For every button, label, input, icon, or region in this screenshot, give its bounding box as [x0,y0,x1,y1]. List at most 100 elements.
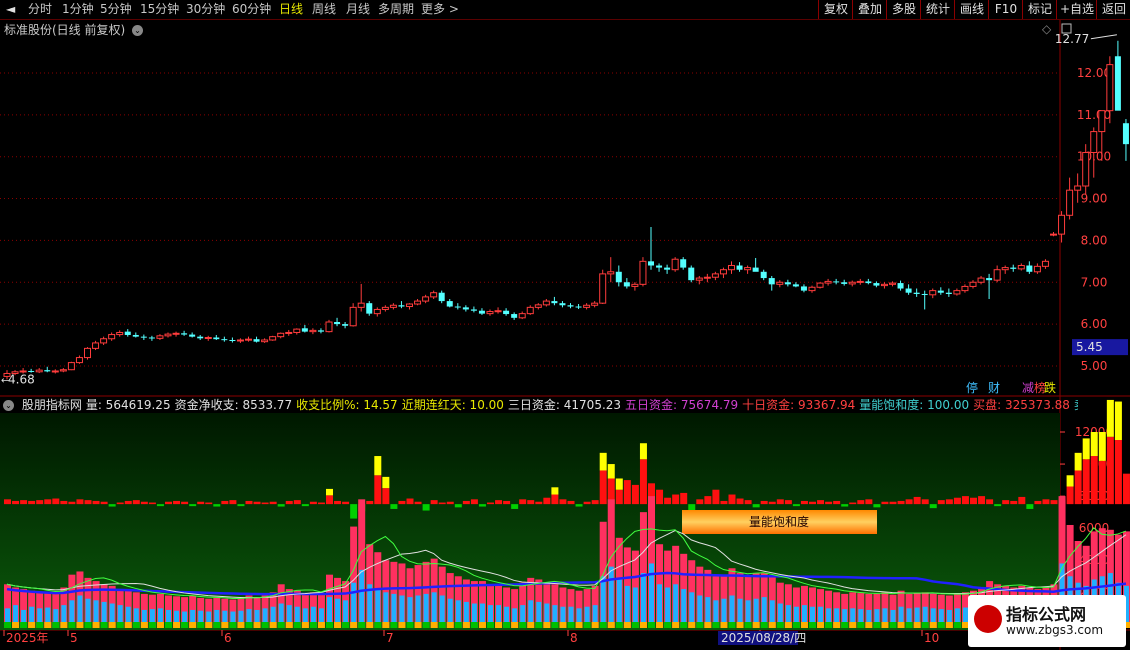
fund-bar-positive [970,497,977,505]
signal-strip [36,622,44,628]
fund-bar-positive [905,499,913,505]
fund-bar-negative [301,504,309,507]
candle-body [889,282,896,285]
fund-bar-positive [92,500,100,505]
signal-strip [213,622,221,628]
signal-strip [454,622,462,628]
date-label-3: 7 [386,631,394,645]
fund-bar-positive [495,500,503,505]
signal-strip [776,622,784,628]
candle-body [293,328,301,333]
signal-strip [253,622,261,628]
badge-1: 财 [988,381,1000,395]
signal-strip [800,622,808,628]
fund-bar-positive [623,480,631,505]
fund-bar-positive [181,501,189,505]
signal-strip [317,622,325,628]
candle-body [695,277,703,281]
fund-bar-positive [1050,500,1058,505]
price-tick-label: 7.00 [1081,275,1108,289]
candle-body [172,332,180,335]
signal-strip [833,622,841,628]
fund-bar-positive [285,500,293,505]
fund-bar-highlight [1098,432,1106,461]
signal-strip [430,622,438,628]
signal-strip [543,622,551,628]
candle-body [277,332,285,338]
signal-strip [495,622,503,628]
signal-strip [100,622,108,628]
candle-body [961,285,969,292]
candle-body [454,306,461,308]
signal-strip [189,622,197,628]
fund-bar-positive [543,497,551,505]
signal-strip [261,622,269,628]
fund-bar-positive [1114,440,1122,505]
volume-bar-inner [624,585,630,628]
candle-body [929,290,937,296]
candle-body [84,347,91,359]
signal-strip [60,622,68,628]
fund-bar-positive [1106,436,1114,505]
signal-strip [398,622,406,628]
candle-body [1017,265,1025,270]
fund-bar-positive [261,502,269,505]
fund-bar-highlight [326,488,333,496]
indicator-value-5: 五日资金: 75674.79 [625,398,739,412]
fund-bar-positive [833,500,841,505]
candle-body [1114,56,1121,111]
candle-body [301,328,308,332]
fund-bar-positive [205,502,213,505]
fund-bar-positive [1090,456,1098,505]
signal-strip [414,622,422,628]
signal-strip [744,622,752,628]
fund-bar-positive [1002,500,1010,505]
price-tick-label: 9.00 [1081,192,1108,206]
signal-strip [865,622,873,628]
signal-strip [809,622,816,628]
signal-strip [672,622,680,628]
fund-bar-positive [1098,460,1106,505]
fund-bar-positive [680,492,688,505]
signal-strip [680,622,688,628]
diamond-icon: ◇ [1042,22,1052,36]
candle-body [44,370,51,372]
fund-bar-positive [800,500,808,505]
chart-area[interactable]: 12.0011.0010.009.008.007.006.005.005.451… [0,0,1130,650]
signal-strip [309,622,317,628]
volume-bar-inner [600,576,606,628]
fund-bar-positive [197,501,205,505]
signal-strip [953,622,961,628]
signal-strip [760,622,768,628]
indicator-menu-icon[interactable]: ⌄ [3,400,14,411]
volume-bar-inner [640,573,646,628]
signal-strip [140,622,148,628]
fund-bar-positive [269,501,277,505]
fund-bar-highlight [1114,401,1122,441]
fund-bar-positive [36,500,44,505]
candle-body [1058,214,1066,235]
candle-body [897,283,904,289]
signal-strip [881,622,889,628]
fund-bar-positive [704,496,712,505]
signal-strip [728,622,736,628]
indicator-value-3: 近期连红天: 10.00 [401,398,504,412]
candle-body [913,292,920,294]
candle-body [204,336,212,339]
fund-bar-positive [599,470,607,505]
candle-body [285,331,293,334]
indicator-value-9: 卖盘: 2392 [1074,398,1078,412]
candle-body [148,337,155,339]
candle-body [470,309,477,311]
signal-strip [551,622,559,628]
candle-body [51,370,59,373]
signal-strip [720,622,728,628]
candle-body [833,281,840,283]
date-label-1: 5 [70,631,78,645]
candle-body [841,282,848,284]
low-price-label: 4.68 [8,372,35,386]
fund-bar-positive [438,502,446,505]
fund-bar-positive [124,500,132,505]
candle-body [1090,131,1098,154]
candle-body [559,303,566,306]
